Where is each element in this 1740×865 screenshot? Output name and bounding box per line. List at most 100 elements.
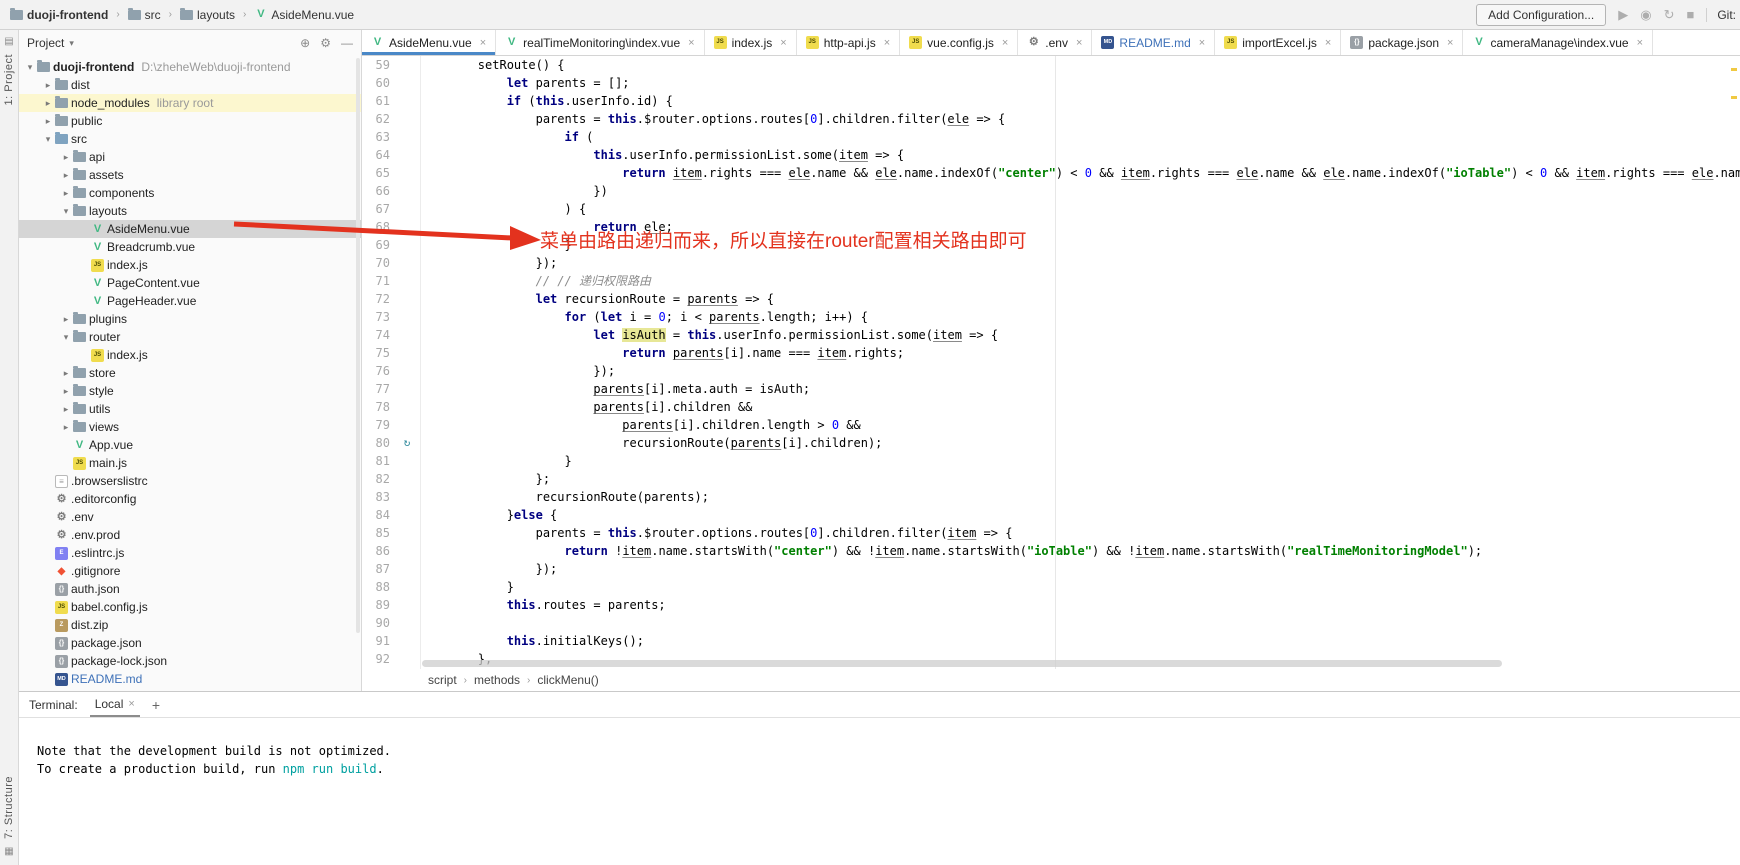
editor-tab-importexcel-js[interactable]: JSimportExcel.js× bbox=[1215, 30, 1341, 55]
locate-icon[interactable]: ⊕ bbox=[300, 36, 310, 50]
tree-item-env-prod[interactable]: ⚙.env.prod bbox=[19, 526, 361, 544]
chevron-right-icon[interactable]: ▸ bbox=[59, 422, 73, 433]
close-icon[interactable]: × bbox=[1447, 37, 1453, 49]
close-icon[interactable]: × bbox=[884, 37, 890, 49]
tree-item-index-js[interactable]: JSindex.js bbox=[19, 256, 361, 274]
tree-item-env[interactable]: ⚙.env bbox=[19, 508, 361, 526]
tree-item-browserslistrc[interactable]: ≡.browserslistrc bbox=[19, 472, 361, 490]
structure-stripe-label[interactable]: 7: Structure bbox=[3, 776, 15, 839]
breadcrumb-item-methods[interactable]: methods bbox=[474, 673, 520, 687]
tree-item-layouts[interactable]: ▾layouts bbox=[19, 202, 361, 220]
tree-item-editorconfig[interactable]: ⚙.editorconfig bbox=[19, 490, 361, 508]
tree-item-auth-json[interactable]: {}auth.json bbox=[19, 580, 361, 598]
chevron-right-icon[interactable]: ▸ bbox=[41, 80, 55, 91]
breadcrumb-item-src[interactable]: src bbox=[126, 7, 163, 23]
tree-item-api[interactable]: ▸api bbox=[19, 148, 361, 166]
tree-item-package-lock-json[interactable]: {}package-lock.json bbox=[19, 652, 361, 670]
breadcrumb-item-duoji-frontend[interactable]: duoji-frontend bbox=[8, 7, 110, 23]
close-icon[interactable]: × bbox=[480, 37, 486, 49]
tree-item-assets[interactable]: ▸assets bbox=[19, 166, 361, 184]
project-scrollbar[interactable] bbox=[356, 58, 360, 633]
close-icon[interactable]: × bbox=[780, 37, 786, 49]
tree-item-pageheader-vue[interactable]: VPageHeader.vue bbox=[19, 292, 361, 310]
editor-tab-realtimemonitoring-index-vue[interactable]: VrealTimeMonitoring\index.vue× bbox=[496, 30, 704, 55]
editor-tab-cameramanage-index-vue[interactable]: VcameraManage\index.vue× bbox=[1463, 30, 1653, 55]
close-icon[interactable]: × bbox=[1002, 37, 1008, 49]
tree-item-main-js[interactable]: JSmain.js bbox=[19, 454, 361, 472]
tree-item-package-json[interactable]: {}package.json bbox=[19, 634, 361, 652]
tree-item-index-js[interactable]: JSindex.js bbox=[19, 346, 361, 364]
editor-tab-package-json[interactable]: {}package.json× bbox=[1341, 30, 1463, 55]
close-icon[interactable]: × bbox=[1199, 37, 1205, 49]
debug-icon[interactable]: ◉ bbox=[1640, 7, 1651, 23]
editor-tab-vue-config-js[interactable]: JSvue.config.js× bbox=[900, 30, 1018, 55]
tree-item-dist-zip[interactable]: Zdist.zip bbox=[19, 616, 361, 634]
hide-panel-icon[interactable]: — bbox=[341, 36, 353, 50]
tree-item-asidemenu-vue[interactable]: VAsideMenu.vue bbox=[19, 220, 361, 238]
sync-icon[interactable]: ↻ bbox=[1664, 7, 1675, 23]
close-icon[interactable]: × bbox=[688, 37, 694, 49]
chevron-down-icon[interactable]: ▾ bbox=[23, 62, 37, 73]
editor-tab-index-js[interactable]: JSindex.js× bbox=[705, 30, 797, 55]
chevron-right-icon[interactable]: ▸ bbox=[41, 116, 55, 127]
tree-item-pagecontent-vue[interactable]: VPageContent.vue bbox=[19, 274, 361, 292]
tree-item-utils[interactable]: ▸utils bbox=[19, 400, 361, 418]
tree-item-style[interactable]: ▸style bbox=[19, 382, 361, 400]
editor-tab-http-api-js[interactable]: JShttp-api.js× bbox=[797, 30, 900, 55]
tool-window-structure[interactable]: 7: Structure ▦ bbox=[3, 776, 15, 865]
breadcrumb-item-asidemenu-vue[interactable]: VAsideMenu.vue bbox=[252, 7, 356, 23]
tree-item-dist[interactable]: ▸dist bbox=[19, 76, 361, 94]
chevron-right-icon[interactable]: ▸ bbox=[59, 404, 73, 415]
breadcrumb-item-clickmenu[interactable]: clickMenu() bbox=[537, 673, 598, 687]
tree-item-gitignore[interactable]: ◆.gitignore bbox=[19, 562, 361, 580]
chevron-right-icon[interactable]: ▸ bbox=[59, 152, 73, 163]
editor-tab-env[interactable]: ⚙.env× bbox=[1018, 30, 1092, 55]
inspection-mark[interactable] bbox=[1731, 96, 1737, 99]
chevron-right-icon[interactable]: ▸ bbox=[59, 170, 73, 181]
editor-tab-readme-md[interactable]: MDREADME.md× bbox=[1092, 30, 1215, 55]
tree-item-components[interactable]: ▸components bbox=[19, 184, 361, 202]
terminal-tab-local[interactable]: Local × bbox=[90, 692, 140, 717]
chevron-right-icon[interactable]: ▸ bbox=[59, 368, 73, 379]
project-stripe-label[interactable]: 1: Project bbox=[3, 54, 15, 105]
new-terminal-icon[interactable]: + bbox=[152, 697, 160, 713]
chevron-right-icon[interactable]: ▸ bbox=[59, 386, 73, 397]
add-configuration-button[interactable]: Add Configuration... bbox=[1476, 4, 1606, 26]
close-icon[interactable]: × bbox=[1637, 37, 1643, 49]
horizontal-scrollbar[interactable] bbox=[422, 660, 1502, 667]
close-icon[interactable]: × bbox=[1325, 37, 1331, 49]
git-branch-label[interactable]: Git: bbox=[1706, 8, 1736, 22]
tree-item-store[interactable]: ▸store bbox=[19, 364, 361, 382]
tree-item-node-modules[interactable]: ▸node_moduleslibrary root bbox=[19, 94, 361, 112]
tree-item-babel-config-js[interactable]: JSbabel.config.js bbox=[19, 598, 361, 616]
chevron-down-icon[interactable]: ▾ bbox=[59, 206, 73, 217]
project-view-title[interactable]: Project bbox=[27, 36, 64, 50]
tree-item-breadcrumb-vue[interactable]: VBreadcrumb.vue bbox=[19, 238, 361, 256]
tree-item-public[interactable]: ▸public bbox=[19, 112, 361, 130]
chevron-right-icon[interactable]: ▸ bbox=[59, 188, 73, 199]
breadcrumb-item-script[interactable]: script bbox=[428, 673, 457, 687]
close-icon[interactable]: × bbox=[1076, 37, 1082, 49]
tree-item-duoji-frontend[interactable]: ▾duoji-frontendD:\zheheWeb\duoji-fronten… bbox=[19, 58, 361, 76]
tree-item-eslintrc-js[interactable]: E.eslintrc.js bbox=[19, 544, 361, 562]
tree-item-src[interactable]: ▾src bbox=[19, 130, 361, 148]
tree-item-readme-md[interactable]: MDREADME.md bbox=[19, 670, 361, 688]
tree-item-views[interactable]: ▸views bbox=[19, 418, 361, 436]
tree-item-router[interactable]: ▾router bbox=[19, 328, 361, 346]
chevron-right-icon[interactable]: ▸ bbox=[59, 314, 73, 325]
inspection-mark[interactable] bbox=[1731, 68, 1737, 71]
chevron-down-icon[interactable]: ▾ bbox=[69, 38, 74, 49]
tree-item-plugins[interactable]: ▸plugins bbox=[19, 310, 361, 328]
breadcrumb-item-layouts[interactable]: layouts bbox=[178, 7, 237, 23]
settings-icon[interactable]: ⚙ bbox=[320, 36, 331, 50]
tree-item-app-vue[interactable]: VApp.vue bbox=[19, 436, 361, 454]
terminal-output[interactable]: Note that the development build is not o… bbox=[19, 718, 1740, 778]
chevron-down-icon[interactable]: ▾ bbox=[41, 134, 55, 145]
code-editor[interactable]: 59 setRoute() {60 let parents = [];61 if… bbox=[362, 56, 1740, 669]
close-icon[interactable]: × bbox=[128, 698, 134, 710]
editor-tab-asidemenu-vue[interactable]: VAsideMenu.vue× bbox=[362, 30, 496, 55]
tool-window-project[interactable]: ▤ 1: Project bbox=[3, 30, 15, 105]
chevron-right-icon[interactable]: ▸ bbox=[41, 98, 55, 109]
chevron-down-icon[interactable]: ▾ bbox=[59, 332, 73, 343]
stop-icon[interactable]: ■ bbox=[1686, 7, 1694, 22]
